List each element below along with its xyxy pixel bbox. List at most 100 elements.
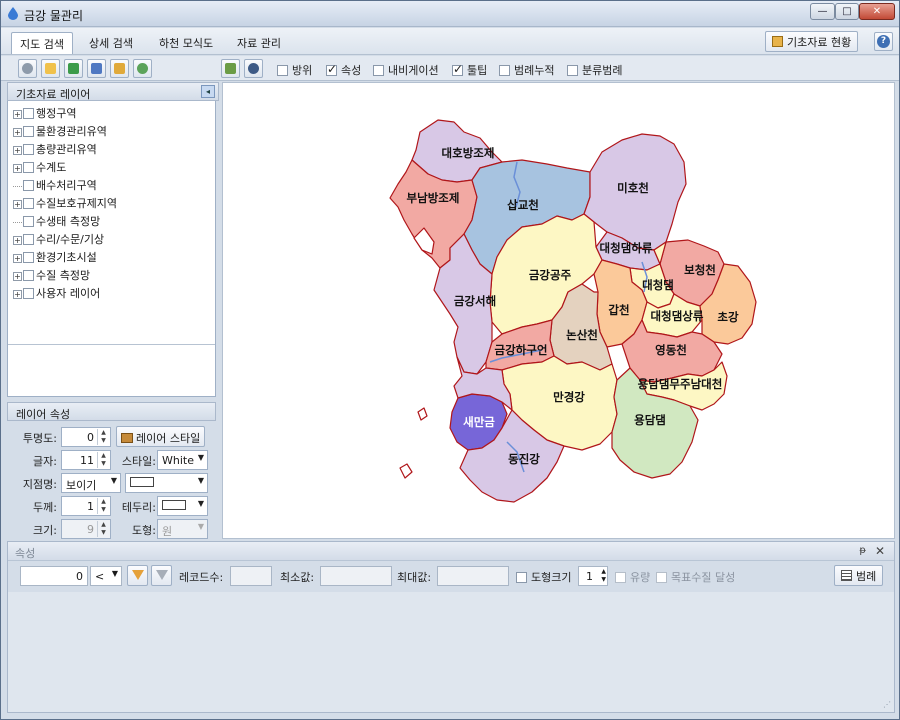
spinner-arrows-icon[interactable]: ▲ ▼ (97, 452, 109, 468)
flow-toggle[interactable]: 유량 (615, 569, 650, 585)
layer-checkbox[interactable] (23, 288, 34, 299)
basic-data-status-button[interactable]: 기초자료 현황 (765, 31, 859, 52)
tooltip-checkbox[interactable] (452, 62, 463, 76)
tab-map-search[interactable]: 지도 검색 (11, 32, 73, 54)
open-button[interactable] (41, 59, 60, 78)
attribute-checkbox[interactable] (326, 62, 337, 76)
layer-style-button[interactable]: 레이어 스타일 (116, 426, 206, 447)
filter-button[interactable] (127, 565, 148, 586)
class-legend-toggle[interactable]: 분류범례 (567, 62, 622, 77)
layer-tree-item[interactable]: + 수질보호규제지역 (13, 195, 117, 211)
shape-size-toggle[interactable]: 도형크기 (516, 569, 571, 585)
navigation-toggle[interactable]: 내비게이션 (373, 62, 439, 77)
close-button[interactable]: ✕ (859, 3, 895, 20)
border-color-dropdown[interactable]: ▼ (157, 496, 208, 516)
layer-tree-item[interactable]: + 사용자 레이어 (13, 285, 100, 301)
shape-size-checkbox[interactable] (516, 572, 527, 583)
thickness-spinner[interactable]: 1 ▲ ▼ (61, 496, 111, 516)
layer-checkbox[interactable] (23, 126, 34, 137)
expand-icon[interactable]: + (13, 272, 22, 281)
expand-icon[interactable]: + (13, 128, 22, 137)
resize-grip-icon[interactable]: ⋰ (883, 700, 891, 709)
flow-checkbox[interactable] (615, 572, 626, 583)
layer-checkbox[interactable] (23, 108, 34, 119)
legend-stack-toggle[interactable]: 범례누적 (499, 62, 554, 77)
export-button[interactable] (221, 59, 240, 78)
style-dropdown[interactable]: White ▼ (157, 450, 208, 470)
attribute-table-area[interactable] (8, 592, 894, 712)
expand-icon[interactable]: + (13, 146, 22, 155)
layer-checkbox[interactable] (23, 216, 34, 227)
spinner-arrows-icon[interactable]: ▲ ▼ (97, 521, 109, 537)
layer-checkbox[interactable] (23, 270, 34, 281)
tab-river-schematic[interactable]: 하천 모식도 (151, 32, 221, 54)
pin-icon[interactable]: ᵽ (859, 545, 866, 556)
map-view[interactable]: 대호방조제 부남방조제 삽교천 미호천 대청댐하류 금강공주 보청천 대청댐 금강서해 갑천 대청댐… (222, 82, 895, 539)
tab-data-management[interactable]: 자료 관리 (229, 32, 289, 54)
region-label: 부남방조제 (407, 191, 460, 205)
layer-tree-item[interactable]: 수생태 측정망 (13, 213, 100, 229)
maximize-button[interactable]: □ (835, 3, 859, 20)
minimize-button[interactable]: — (810, 3, 835, 20)
tooltip-toggle[interactable]: 툴팁 (452, 62, 487, 77)
expand-icon[interactable]: + (13, 236, 22, 245)
find-button[interactable] (244, 59, 263, 78)
pin-icon[interactable]: ◂ (201, 85, 215, 98)
target-quality-checkbox[interactable] (656, 572, 667, 583)
expand-icon[interactable]: + (13, 290, 22, 299)
save-button[interactable] (64, 59, 83, 78)
filter-value-input[interactable]: 0 (20, 566, 88, 586)
operator-dropdown[interactable]: < ▼ (90, 566, 122, 586)
transparency-spinner[interactable]: 0 ▲ ▼ (61, 427, 111, 447)
expand-icon[interactable]: + (13, 254, 22, 263)
size-spinner[interactable]: 9 ▲ ▼ (61, 519, 111, 539)
expand-icon[interactable]: + (13, 164, 22, 173)
spinner-arrows-icon[interactable]: ▲ ▼ (601, 568, 606, 584)
layer-checkbox[interactable] (23, 234, 34, 245)
target-quality-toggle[interactable]: 목표수질 달성 (656, 569, 735, 585)
copy-button[interactable] (87, 59, 106, 78)
help-button[interactable]: ? (874, 32, 893, 51)
layer-tree-item[interactable]: + 총량관리유역 (13, 141, 97, 157)
legend-stack-checkbox[interactable] (499, 65, 510, 76)
layer-checkbox[interactable] (23, 198, 34, 209)
layer-checkbox[interactable] (23, 144, 34, 155)
layer-tree-item[interactable]: 배수처리구역 (13, 177, 97, 193)
compass-checkbox[interactable] (277, 65, 288, 76)
clear-filter-button[interactable] (151, 565, 172, 586)
image-button[interactable] (110, 59, 129, 78)
shape-size-spinner[interactable]: 1 ▲ ▼ (578, 566, 608, 586)
layer-checkbox[interactable] (23, 180, 34, 191)
print-button[interactable] (133, 59, 152, 78)
shape-value: 원 (162, 525, 173, 538)
close-icon[interactable]: ✕ (875, 544, 885, 558)
navigation-checkbox[interactable] (373, 65, 384, 76)
layer-checkbox[interactable] (23, 162, 34, 173)
compass-toggle[interactable]: 방위 (277, 62, 312, 77)
layer-tree-item[interactable]: + 수질 측정망 (13, 267, 90, 283)
spinner-arrows-icon[interactable]: ▲ ▼ (97, 498, 109, 514)
font-size-spinner[interactable]: 11 ▲ ▼ (61, 450, 111, 470)
region-label: 영동천 (655, 343, 687, 357)
edit-icon (772, 36, 783, 47)
layer-tree-item[interactable]: + 수계도 (13, 159, 66, 175)
layer-tree-item[interactable]: + 물환경관리유역 (13, 123, 107, 139)
title-bar: 금강 물관리 — □ ✕ (1, 1, 899, 27)
point-color-dropdown[interactable]: ▼ (125, 473, 208, 493)
layer-tree-item[interactable]: + 수리/수문/기상 (13, 231, 104, 247)
place-name-dropdown[interactable]: 보이기 ▼ (61, 473, 121, 493)
tab-detail-search[interactable]: 상세 검색 (81, 32, 141, 54)
shape-dropdown[interactable]: 원 ▼ (157, 519, 208, 539)
layer-checkbox[interactable] (23, 252, 34, 263)
watershed-map[interactable]: 대호방조제부남방조제 삽교천 미호천대청댐하류금강공주 보청천대청댐금강서해갑천 대청댐… (223, 83, 894, 538)
spinner-arrows-icon[interactable]: ▲ ▼ (97, 429, 109, 445)
expand-icon[interactable]: + (13, 110, 22, 119)
attribute-toggle[interactable]: 속성 (326, 62, 361, 77)
legend-button[interactable]: 범례 (834, 565, 884, 586)
settings-button[interactable] (18, 59, 37, 78)
region-label: 용담댐무주남대천 (638, 377, 723, 391)
expand-icon[interactable]: + (13, 200, 22, 209)
layer-tree-item[interactable]: + 행정구역 (13, 105, 76, 121)
class-legend-checkbox[interactable] (567, 65, 578, 76)
layer-tree-item[interactable]: + 환경기초시설 (13, 249, 97, 265)
